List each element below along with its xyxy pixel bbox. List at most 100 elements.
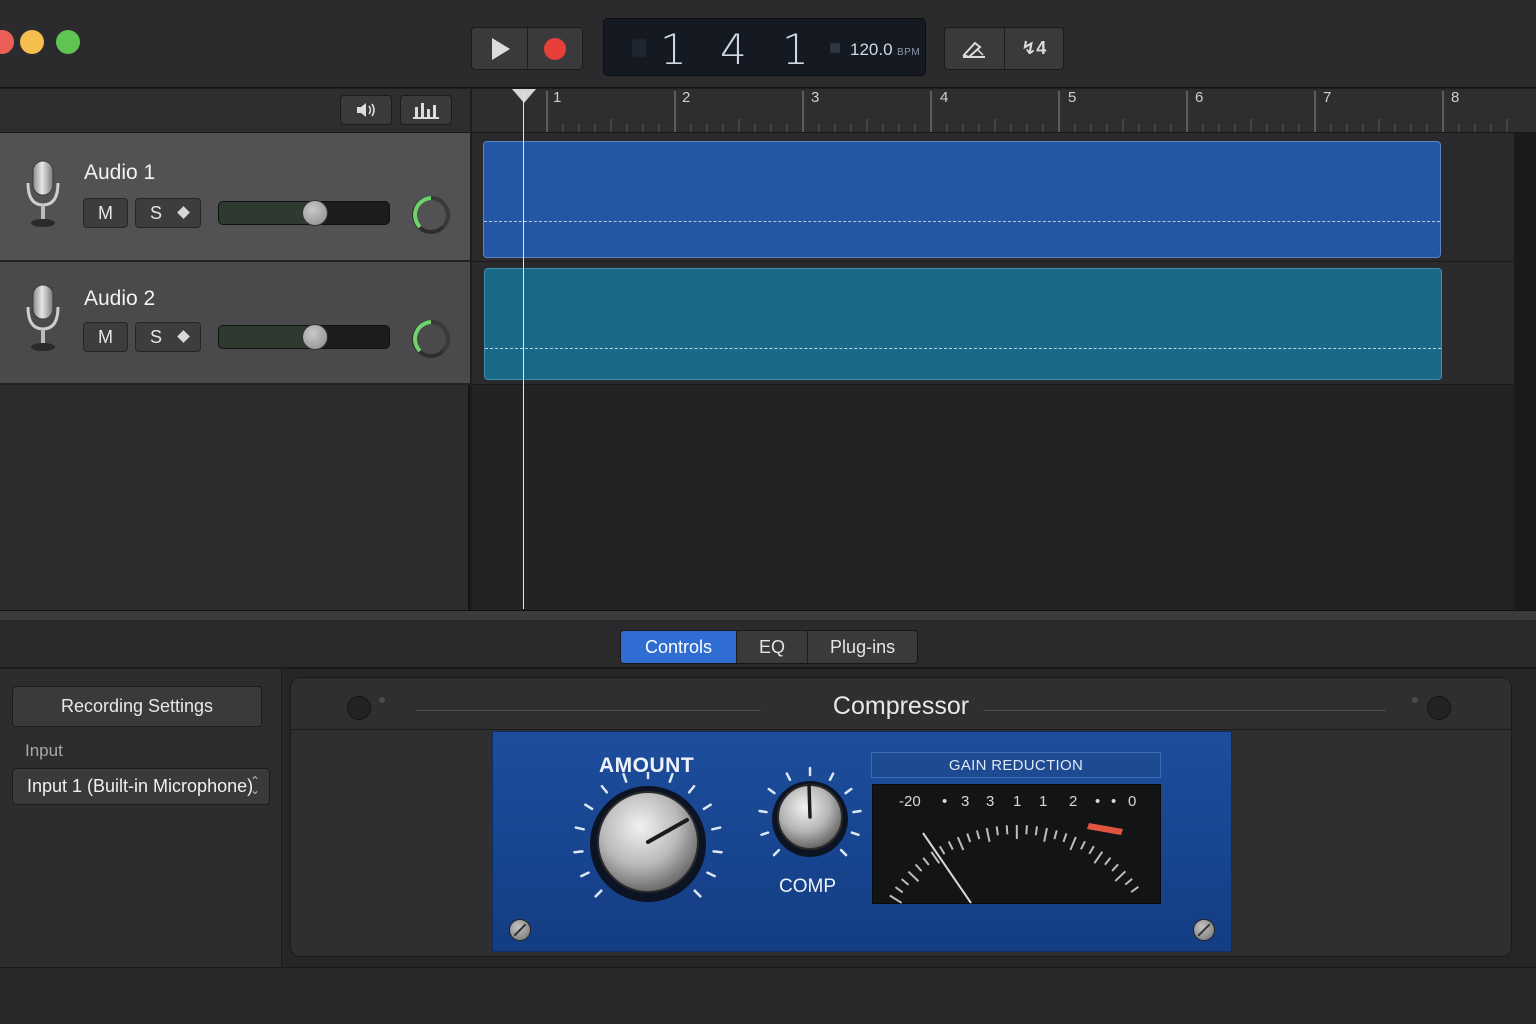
input-select[interactable]: Input 1 (Built-in Microphone) ⌃ ⌄ (12, 768, 270, 805)
meter-tick (1034, 826, 1038, 836)
input-label: Input (25, 741, 63, 760)
mixer-button[interactable] (400, 95, 452, 125)
count-in-button[interactable]: ↯4 (1003, 28, 1064, 69)
knob-tick (580, 871, 590, 878)
volume-knob[interactable] (302, 324, 328, 350)
solo-button[interactable]: S (135, 322, 201, 352)
meter-tick (1025, 825, 1028, 835)
volume-fill (219, 202, 315, 224)
recording-settings-button[interactable]: Recording Settings (12, 686, 262, 727)
meter-tick (922, 857, 930, 866)
smart-controls-body: Recording Settings Input Input 1 (Built-… (0, 669, 1536, 967)
tuner-button[interactable] (945, 28, 1004, 69)
timeline-ruler[interactable]: 1 2 3 4 5 6 7 8 (472, 89, 1536, 133)
lcd-separator-icon (830, 43, 840, 53)
lcd-tempo[interactable]: 120.0 (850, 40, 893, 60)
input-select-value: Input 1 (Built-in Microphone) (27, 776, 254, 796)
track-name[interactable]: Audio 2 (84, 287, 155, 311)
knob-tick (574, 826, 585, 831)
lcd-beat: 4 (720, 25, 747, 74)
knob-tick (594, 889, 603, 898)
meter-tick (1080, 840, 1086, 850)
volume-slider[interactable] (218, 324, 390, 350)
track-header[interactable]: Audio 1 M S (0, 133, 470, 262)
track-name[interactable]: Audio 1 (84, 161, 155, 185)
tab-eq[interactable]: EQ (736, 631, 807, 663)
tracks-area[interactable] (472, 133, 1536, 610)
pan-knob[interactable] (410, 194, 452, 236)
record-button[interactable] (526, 28, 583, 69)
volume-knob[interactable] (302, 200, 328, 226)
amount-knob[interactable] (563, 772, 733, 912)
ruler-bar-label: 8 (1451, 89, 1460, 106)
plugin-title: Compressor (291, 692, 1511, 721)
track-header-strip (0, 89, 470, 133)
record-icon (543, 37, 566, 60)
ruler-bar-label: 4 (940, 89, 949, 106)
meter-tick (985, 827, 991, 843)
knob-tick (600, 784, 609, 794)
knob-tick (852, 809, 862, 814)
tab-plug-ins[interactable]: Plug-ins (807, 631, 917, 663)
solo-label: S (150, 202, 163, 223)
knob-tick (850, 831, 860, 837)
knob-tick (693, 889, 702, 898)
audio-region[interactable] (484, 268, 1442, 380)
meter-dial (889, 823, 1139, 904)
knob-tick (839, 848, 848, 857)
master-volume-button[interactable] (340, 95, 392, 125)
meter-tick (914, 863, 923, 872)
input-monitor-icon[interactable] (177, 206, 190, 219)
meter-tick (938, 845, 946, 855)
ruler-bar-label: 6 (1195, 89, 1204, 106)
pane-divider[interactable] (0, 610, 1536, 620)
knob-tick (760, 831, 770, 837)
volume-slider[interactable] (218, 200, 390, 226)
lcd-display[interactable]: 1 4 1 120.0 BPM (603, 18, 926, 76)
count-in-label: ↯4 (1021, 38, 1047, 58)
playhead-handle[interactable] (512, 89, 536, 103)
microphone-icon (26, 160, 60, 227)
zoom-window-button[interactable] (56, 30, 80, 54)
knob-tick (767, 787, 776, 795)
pencil-icon (962, 41, 986, 58)
pan-knob[interactable] (410, 318, 452, 360)
comp-knob[interactable] (751, 762, 869, 872)
lcd-bar: 1 (660, 25, 687, 74)
ruler-ticks (546, 91, 1508, 132)
gain-reduction-label: GAIN REDUCTION (871, 752, 1161, 778)
microphone-icon (26, 284, 60, 351)
speaker-icon (357, 103, 375, 117)
meter-tick (966, 833, 972, 843)
control-bar: 1 4 1 120.0 BPM ↯4 (0, 0, 1536, 88)
playhead-line[interactable] (523, 91, 524, 609)
track-header[interactable]: Audio 2 M S (0, 262, 470, 385)
lcd-tempo-unit: BPM (897, 47, 921, 58)
toolbar-right: ↯4 (944, 27, 1064, 70)
led-icon (379, 697, 385, 703)
minimize-window-button[interactable] (20, 30, 44, 54)
mute-button[interactable]: M (83, 322, 128, 352)
mute-button[interactable]: M (83, 198, 128, 228)
tab-controls[interactable]: Controls (621, 631, 737, 663)
smart-controls-tabs: Controls EQ Plug-ins (620, 630, 919, 664)
solo-button[interactable]: S (135, 198, 201, 228)
input-monitor-icon[interactable] (177, 330, 190, 343)
compressor-faceplate: AMOUNT COMP GAIN REDUCTION -20 • 3 3 1 1… (492, 731, 1232, 952)
volume-fill (219, 326, 315, 348)
knob-tick (758, 809, 768, 814)
mute-label: M (98, 202, 113, 223)
audio-region[interactable] (483, 141, 1441, 258)
bottom-bar (0, 967, 1536, 1024)
meter-tick (1111, 863, 1119, 872)
knob-tick (785, 772, 792, 782)
meter-tick (1114, 870, 1127, 882)
led-icon (1412, 697, 1418, 703)
region-center-line (484, 221, 1440, 222)
play-button[interactable] (472, 28, 527, 69)
lcd-division: 1 (782, 25, 809, 74)
knob-tick (702, 803, 712, 811)
ruler-bar-label: 3 (811, 89, 820, 106)
close-window-button[interactable] (0, 30, 14, 54)
plugin-title-bar: Compressor (291, 678, 1511, 730)
